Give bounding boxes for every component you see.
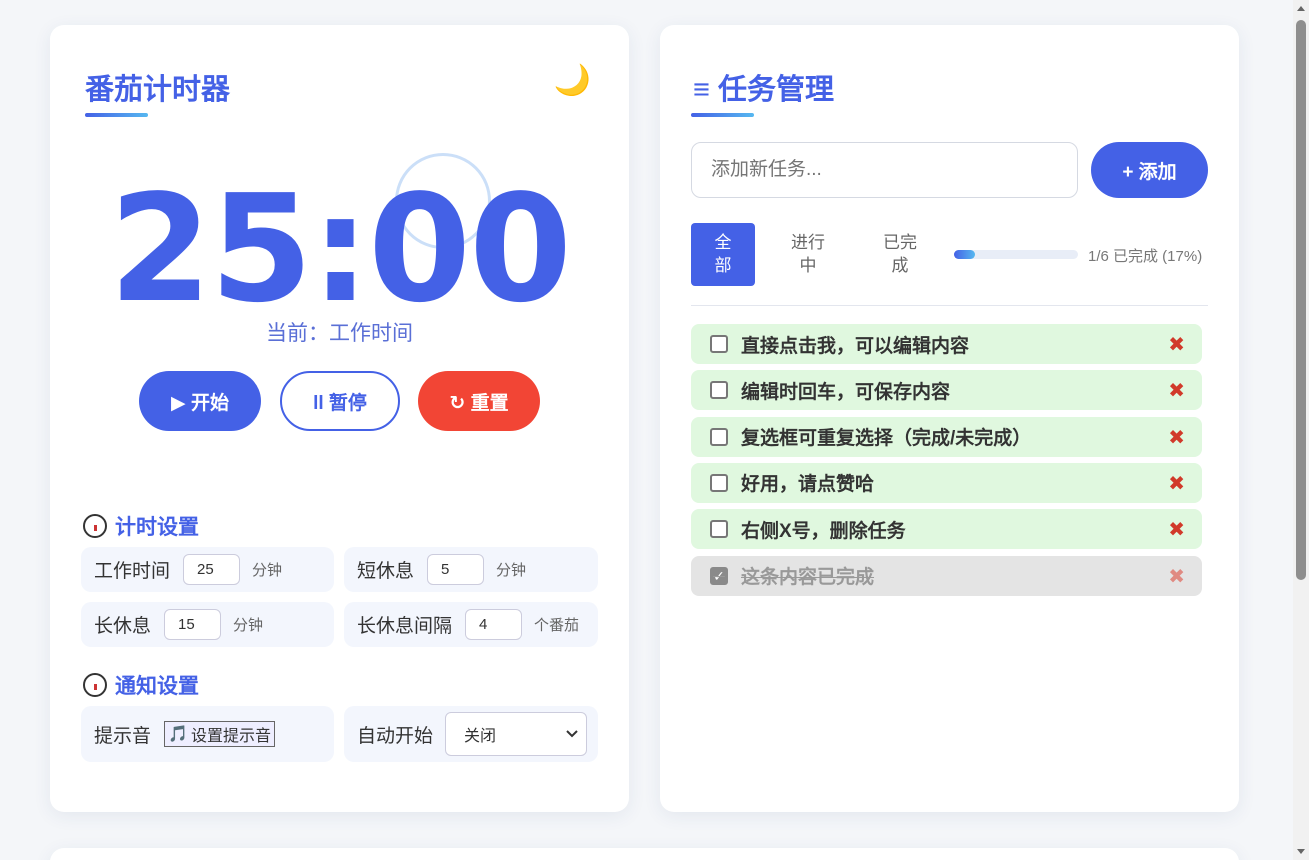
filter-completed[interactable]: 已完 成 [868, 223, 932, 286]
short-break-setting: 短休息 分钟 [344, 547, 598, 592]
auto-start-label: 自动开始 [357, 725, 434, 747]
task-progress-bar [954, 250, 1078, 259]
set-sound-button[interactable]: 🎵 设置提示音 [164, 721, 275, 747]
delete-icon[interactable]: ✖ [1168, 564, 1185, 589]
title-underline [691, 113, 754, 117]
title-underline [85, 113, 148, 117]
sound-label: 提示音 [94, 725, 152, 747]
task-progress-fill [954, 250, 976, 259]
notify-settings-heading: 通知设置 [83, 670, 199, 700]
task-text[interactable]: 编辑时回车，可保存内容 [741, 377, 950, 404]
task-checkbox[interactable] [710, 473, 728, 492]
task-text[interactable]: 这条内容已完成 [741, 562, 874, 589]
bottom-card [50, 848, 1239, 860]
interval-label: 长休息间隔 [357, 616, 453, 637]
auto-start-value: 关闭 [464, 728, 497, 745]
timer-display: 25:00 [108, 163, 572, 335]
scrollbar[interactable] [1293, 0, 1309, 860]
phase-label: 当前：工作时间 [266, 322, 413, 345]
long-break-label: 长休息 [94, 616, 152, 637]
set-sound-label: 设置提示音 [190, 728, 271, 745]
auto-start-select[interactable]: 关闭 [445, 712, 588, 756]
notify-settings-title: 通知设置 [115, 675, 199, 698]
work-time-input[interactable] [183, 554, 241, 585]
new-task-input[interactable] [691, 142, 1078, 198]
clock-icon [83, 514, 107, 538]
delete-icon[interactable]: ✖ [1168, 332, 1185, 357]
start-button[interactable]: ▶ 开始 [139, 371, 261, 431]
interval-input[interactable] [465, 609, 523, 640]
reset-button[interactable]: ↻ 重置 [418, 371, 540, 431]
clock-icon [83, 673, 107, 697]
page: 番茄计时器 🌙 25:00 当前：工作时间 ▶ 开始 ll 暂停 ↻ 重置 计时… [0, 0, 1293, 860]
long-break-interval-setting: 长休息间隔 个番茄 [344, 602, 598, 647]
add-task-button[interactable]: + 添加 [1091, 142, 1208, 198]
task-item[interactable]: 编辑时回车，可保存内容 ✖ [691, 370, 1202, 411]
long-break-input[interactable] [164, 609, 222, 640]
long-break-setting: 长休息 分钟 [81, 602, 334, 647]
task-text[interactable]: 好用，请点赞哈 [741, 469, 874, 496]
task-checkbox[interactable] [710, 520, 728, 539]
music-note-icon: 🎵 [168, 726, 188, 743]
scroll-up-icon[interactable] [1297, 6, 1305, 11]
timer-settings-title: 计时设置 [115, 516, 199, 539]
chevron-down-icon [566, 730, 578, 738]
work-time-label: 工作时间 [94, 561, 171, 582]
filter-all-label: 全 部 [714, 232, 732, 275]
task-text[interactable]: 右侧X号，删除任务 [741, 516, 906, 543]
filter-completed-label: 已完 成 [883, 232, 917, 275]
short-break-unit: 分钟 [496, 562, 527, 579]
pause-button[interactable]: ll 暂停 [280, 371, 400, 431]
scroll-thumb[interactable] [1296, 20, 1306, 580]
filter-active-label: 进行 中 [791, 232, 825, 275]
filter-all[interactable]: 全 部 [691, 223, 755, 286]
interval-unit: 个番茄 [534, 617, 580, 634]
task-item[interactable]: ✓ 这条内容已完成 ✖ [691, 555, 1202, 596]
delete-icon[interactable]: ✖ [1168, 471, 1185, 496]
task-text[interactable]: 直接点击我，可以编辑内容 [741, 331, 969, 358]
long-break-unit: 分钟 [233, 617, 264, 634]
dark-mode-toggle-icon[interactable]: 🌙 [554, 63, 591, 98]
divider [691, 305, 1208, 306]
scroll-down-icon[interactable] [1297, 849, 1305, 854]
short-break-label: 短休息 [357, 561, 415, 582]
timer-settings-heading: 计时设置 [83, 511, 199, 541]
task-item[interactable]: 右侧X号，删除任务 ✖ [691, 509, 1202, 550]
short-break-input[interactable] [427, 554, 485, 585]
delete-icon[interactable]: ✖ [1168, 517, 1185, 542]
task-card: ≡ 任务管理 + 添加 全 部 进行 中 已完 成 1/6 已完成 (17%) … [660, 25, 1239, 812]
sound-setting: 提示音 🎵 设置提示音 [81, 706, 334, 762]
task-progress-text: 1/6 已完成 (17%) [1088, 248, 1203, 265]
task-checkbox[interactable] [710, 335, 728, 353]
task-item[interactable]: 复选框可重复选择（完成/未完成） ✖ [691, 416, 1202, 457]
auto-start-setting: 自动开始 关闭 [344, 706, 598, 762]
task-text[interactable]: 复选框可重复选择（完成/未完成） [741, 423, 1031, 450]
timer-title: 番茄计时器 [85, 74, 231, 106]
task-item[interactable]: 直接点击我，可以编辑内容 ✖ [691, 324, 1202, 364]
delete-icon[interactable]: ✖ [1168, 425, 1185, 450]
task-title: ≡ 任务管理 [693, 74, 834, 106]
filter-active[interactable]: 进行 中 [776, 223, 840, 286]
work-time-unit: 分钟 [252, 562, 283, 579]
task-checkbox[interactable] [710, 427, 728, 446]
work-time-setting: 工作时间 分钟 [81, 547, 334, 592]
task-item[interactable]: 好用，请点赞哈 ✖ [691, 462, 1202, 503]
task-checkbox[interactable]: ✓ [710, 566, 728, 585]
task-checkbox[interactable] [710, 381, 728, 400]
delete-icon[interactable]: ✖ [1168, 378, 1185, 403]
timer-card: 番茄计时器 🌙 25:00 当前：工作时间 ▶ 开始 ll 暂停 ↻ 重置 计时… [50, 25, 629, 812]
